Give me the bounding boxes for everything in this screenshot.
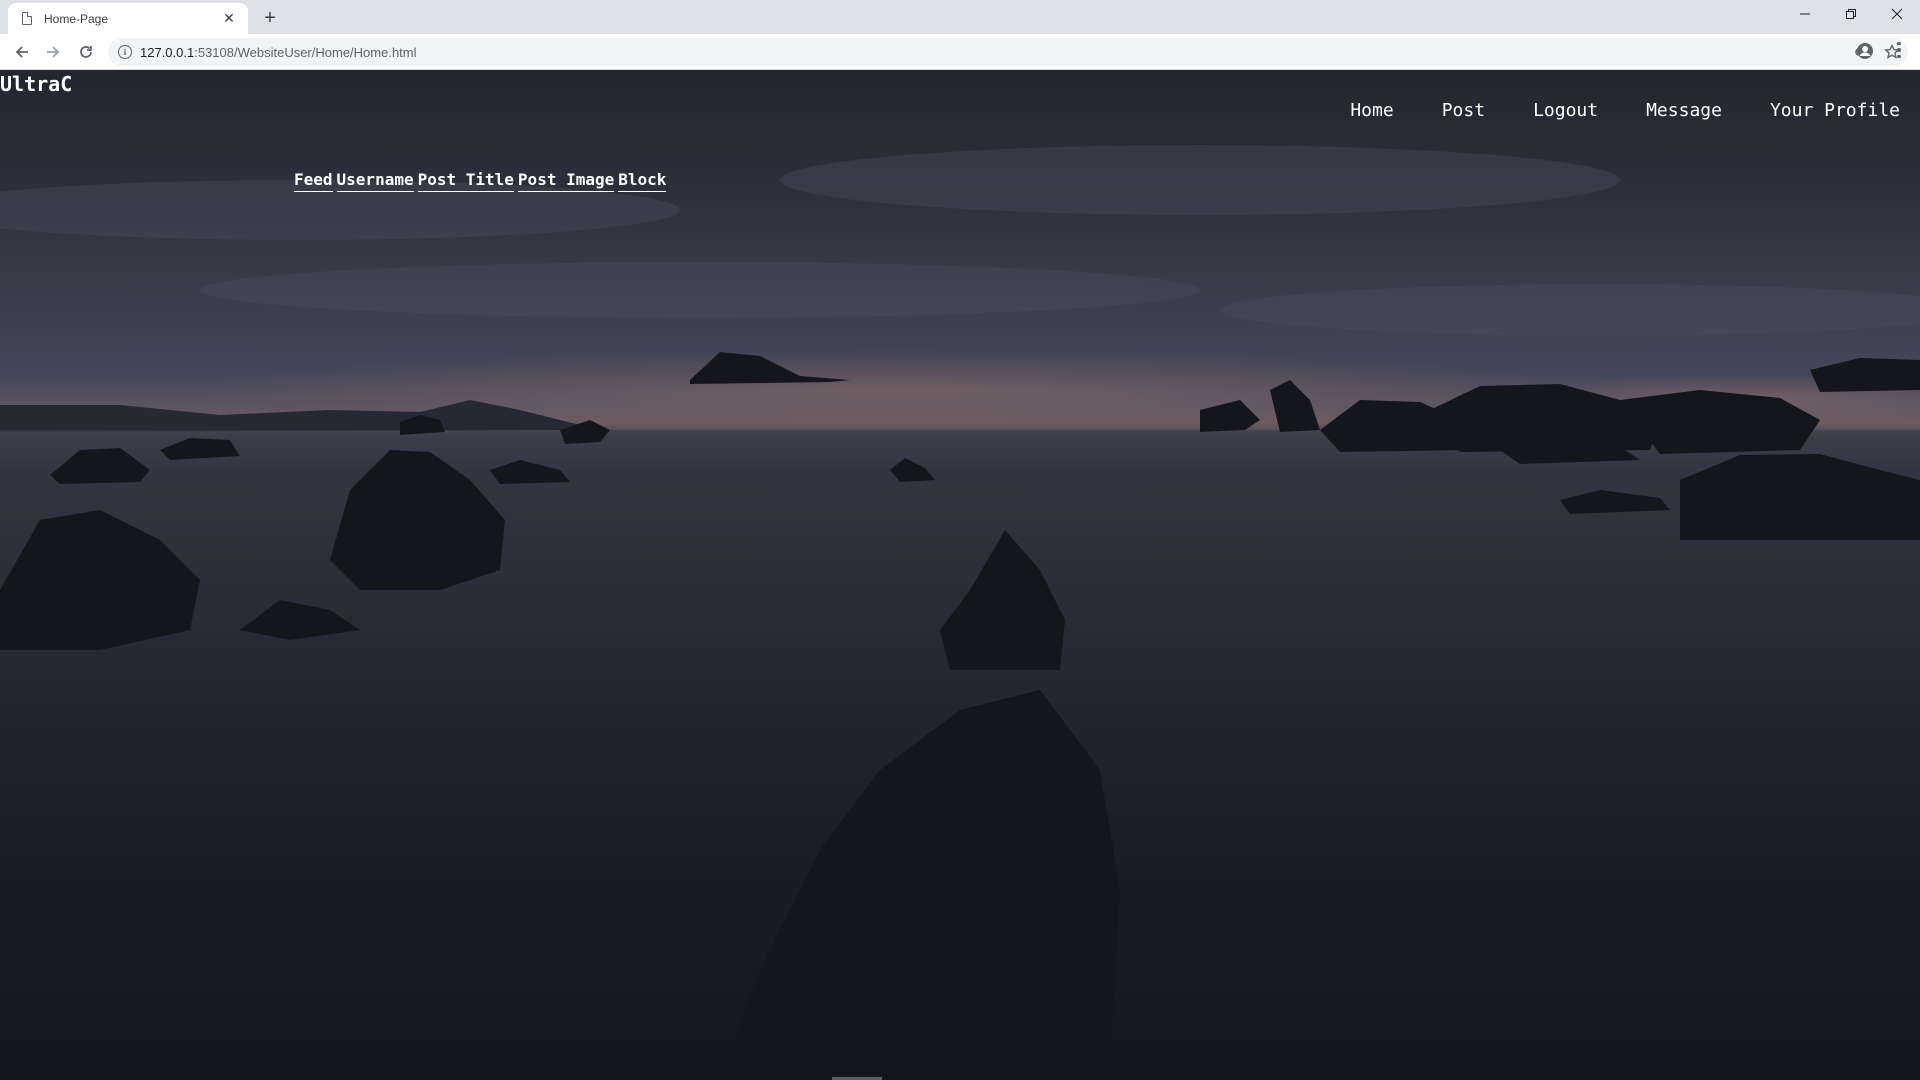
background-seascape-image [0,145,1920,1080]
restore-button[interactable] [1828,0,1874,28]
active-tab[interactable]: Home-Page ✕ [8,3,248,34]
minimize-button[interactable] [1782,0,1828,28]
address-bar[interactable]: i 127.0.0.1 :53108/WebsiteUser/Home/Home… [108,38,1908,66]
close-tab-icon[interactable]: ✕ [220,10,238,28]
new-tab-button[interactable]: + [258,6,282,30]
nav-post-link[interactable]: Post [1442,100,1485,121]
column-header-post-title: Post Title [417,170,514,192]
url-path: :53108/WebsiteUser/Home/Home.html [194,44,417,60]
back-button[interactable] [10,40,34,64]
nav-message-link[interactable]: Message [1646,100,1722,121]
site-info-icon[interactable]: i [118,45,132,59]
site-brand-logo[interactable]: UltraC [0,72,72,96]
column-header-username: Username [336,170,414,192]
column-header-post-image: Post Image [517,170,615,192]
feed-table-header-row: Feed Username Post Title Post Image Bloc… [294,170,667,192]
window-controls [1782,0,1920,28]
browser-menu-icon[interactable] [1890,40,1908,60]
main-navigation: Home Post Logout Message Your Profile [1350,100,1900,121]
forward-button[interactable] [41,40,65,64]
close-window-button[interactable] [1874,0,1920,28]
nav-logout-link[interactable]: Logout [1533,100,1598,121]
minimize-icon [1800,13,1810,15]
close-icon [1891,8,1903,20]
column-header-block: Block [618,170,667,192]
nav-your-profile-link[interactable]: Your Profile [1770,100,1900,121]
column-header-feed: Feed [294,170,333,192]
back-arrow-icon [15,46,28,58]
restore-icon [1846,9,1856,19]
tab-strip: Home-Page ✕ + [0,0,1920,34]
profile-avatar-icon[interactable] [1856,42,1874,60]
page-viewport: UltraC Home Post Logout Message Your Pro… [0,70,1920,1080]
browser-toolbar: i 127.0.0.1 :53108/WebsiteUser/Home/Home… [0,34,1920,70]
tab-title: Home-Page [44,11,109,26]
reload-button[interactable] [74,40,98,64]
page-icon [22,11,33,25]
reload-icon [80,46,92,58]
feed-table: Feed Username Post Title Post Image Bloc… [290,170,670,192]
nav-home-link[interactable]: Home [1350,100,1393,121]
forward-arrow-icon [47,46,60,58]
url-host: 127.0.0.1 [140,44,195,60]
